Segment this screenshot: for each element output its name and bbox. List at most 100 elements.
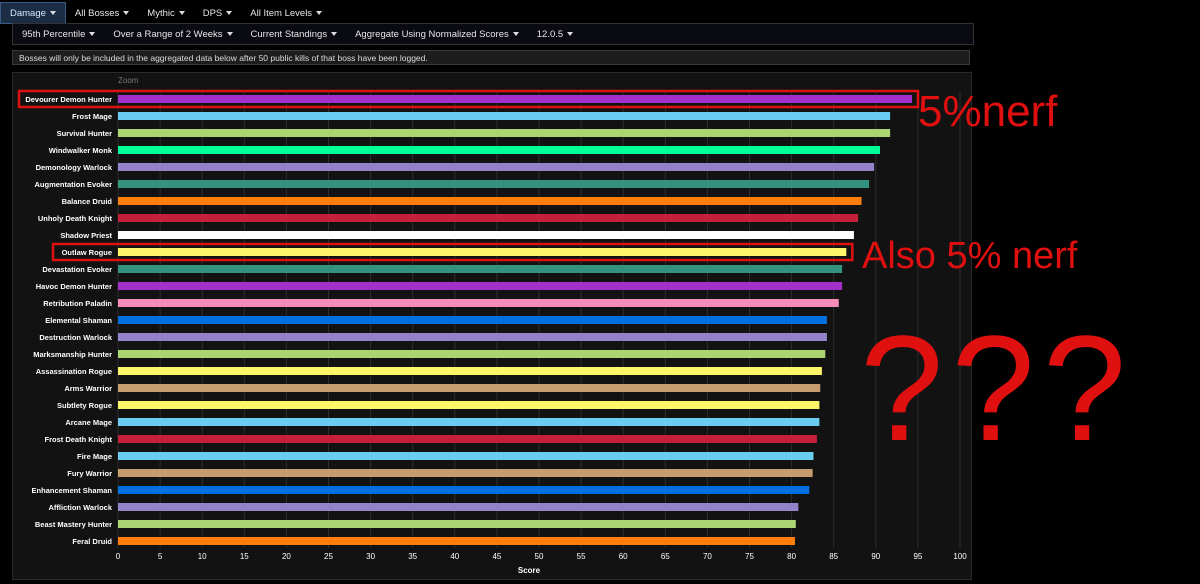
filter-primary-label: All Item Levels [250, 7, 313, 19]
category-label: Elemental Shaman [45, 316, 112, 325]
filter-secondary-2[interactable]: Current Standings [242, 24, 347, 44]
category-label: Survival Hunter [57, 129, 113, 138]
filter-secondary-label: Aggregate Using Normalized Scores [355, 28, 509, 40]
filter-secondary-3[interactable]: Aggregate Using Normalized Scores [346, 24, 528, 44]
bar-destruction-warlock[interactable] [118, 333, 827, 341]
filter-secondary-4[interactable]: 12.0.5 [528, 24, 582, 44]
bar-arms-warrior[interactable] [118, 384, 821, 392]
caret-down-icon [316, 11, 323, 15]
filter-primary-0[interactable]: Damage [0, 2, 66, 24]
category-label: Fire Mage [77, 452, 112, 461]
bar-shadow-priest[interactable] [118, 231, 854, 239]
x-tick-label: 45 [492, 552, 501, 561]
filter-bar-primary: Damage All Bosses Mythic DPS All Item Levels [0, 2, 323, 24]
x-tick-label: 90 [871, 552, 880, 561]
bar-arcane-mage[interactable] [118, 418, 820, 426]
x-tick-label: 25 [324, 552, 333, 561]
category-label: Destruction Warlock [39, 333, 112, 342]
x-tick-label: 65 [661, 552, 670, 561]
bar-demonology-warlock[interactable] [118, 163, 875, 171]
bar-retribution-paladin[interactable] [118, 299, 839, 307]
x-tick-label: 35 [408, 552, 417, 561]
x-axis-label: Score [518, 566, 541, 575]
x-tick-label: 20 [282, 552, 291, 561]
bar-elemental-shaman[interactable] [118, 316, 827, 324]
caret-down-icon [178, 11, 185, 15]
filter-primary-4[interactable]: All Item Levels [241, 3, 331, 23]
category-label: Unholy Death Knight [38, 214, 113, 223]
x-tick-label: 60 [619, 552, 628, 561]
caret-down-icon [123, 11, 130, 15]
bar-frost-death-knight[interactable] [118, 435, 817, 443]
x-tick-label: 5 [158, 552, 163, 561]
category-label: Retribution Paladin [43, 299, 112, 308]
category-label: Shadow Priest [60, 231, 112, 240]
filter-secondary-label: 12.0.5 [536, 28, 564, 40]
caret-down-icon [512, 32, 519, 36]
caret-down-icon [331, 32, 338, 36]
caret-down-icon [226, 32, 233, 36]
filter-secondary-1[interactable]: Over a Range of 2 Weeks [104, 24, 241, 44]
x-tick-label: 100 [953, 552, 967, 561]
category-label: Outlaw Rogue [62, 248, 112, 257]
x-tick-label: 55 [577, 552, 586, 561]
category-label: Devastation Evoker [42, 265, 112, 274]
category-label: Subtlety Rogue [57, 401, 112, 410]
category-label: Fury Warrior [67, 469, 112, 478]
category-label: Balance Druid [62, 197, 113, 206]
bar-frost-mage[interactable] [118, 112, 891, 120]
filter-primary-1[interactable]: All Bosses [66, 3, 138, 23]
category-label: Feral Druid [72, 537, 112, 546]
bar-chart: Zoom Devourer Demon Hunter Frost Mage Survi… [17, 76, 967, 575]
bar-affliction-warlock[interactable] [118, 503, 799, 511]
bar-assassination-rogue[interactable] [118, 367, 822, 375]
category-label: Augmentation Evoker [34, 180, 112, 189]
category-label: Arcane Mage [65, 418, 112, 427]
category-label: Arms Warrior [64, 384, 112, 393]
bar-devastation-evoker[interactable] [118, 265, 843, 273]
x-tick-label: 75 [745, 552, 754, 561]
x-tick-label: 40 [450, 552, 459, 561]
x-tick-label: 70 [703, 552, 712, 561]
bar-balance-druid[interactable] [118, 197, 862, 205]
bar-windwalker-monk[interactable] [118, 146, 881, 154]
bar-outlaw-rogue[interactable] [118, 248, 847, 256]
category-label: Devourer Demon Hunter [25, 95, 112, 104]
x-tick-label: 50 [535, 552, 544, 561]
filter-secondary-label: Current Standings [250, 28, 328, 40]
filter-primary-label: Mythic [147, 7, 175, 19]
caret-down-icon [89, 32, 96, 36]
filter-secondary-0[interactable]: 95th Percentile [13, 24, 104, 44]
bar-augmentation-evoker[interactable] [118, 180, 870, 188]
x-tick-label: 30 [366, 552, 375, 561]
category-label: Havoc Demon Hunter [36, 282, 112, 291]
bar-fire-mage[interactable] [118, 452, 814, 460]
filter-primary-3[interactable]: DPS [194, 3, 242, 23]
bar-beast-mastery-hunter[interactable] [118, 520, 796, 528]
x-tick-label: 95 [913, 552, 922, 561]
filter-primary-2[interactable]: Mythic [138, 3, 193, 23]
filter-primary-label: Damage [10, 7, 46, 19]
bar-feral-druid[interactable] [118, 537, 795, 545]
bar-fury-warrior[interactable] [118, 469, 813, 477]
filter-bar-secondary: 95th Percentile Over a Range of 2 Weeks Cu… [12, 23, 974, 45]
notice-banner: Bosses will only be included in the aggr… [12, 50, 970, 65]
category-label: Demonology Warlock [36, 163, 113, 172]
filter-secondary-label: 95th Percentile [22, 28, 86, 40]
filter-primary-label: All Bosses [74, 7, 120, 19]
caret-down-icon [567, 32, 574, 36]
bar-unholy-death-knight[interactable] [118, 214, 859, 222]
bar-subtlety-rogue[interactable] [118, 401, 820, 409]
zoom-label[interactable]: Zoom [118, 76, 139, 85]
bar-havoc-demon-hunter[interactable] [118, 282, 843, 290]
category-label: Assassination Rogue [36, 367, 112, 376]
bar-devourer-demon-hunter[interactable] [118, 95, 913, 103]
bar-survival-hunter[interactable] [118, 129, 891, 137]
chart-panel: Zoom Devourer Demon Hunter Frost Mage Survi… [12, 72, 972, 580]
caret-down-icon [226, 11, 233, 15]
bar-enhancement-shaman[interactable] [118, 486, 810, 494]
filter-primary-label: DPS [202, 7, 223, 19]
category-label: Enhancement Shaman [32, 486, 113, 495]
x-tick-label: 15 [240, 552, 249, 561]
bar-marksmanship-hunter[interactable] [118, 350, 826, 358]
